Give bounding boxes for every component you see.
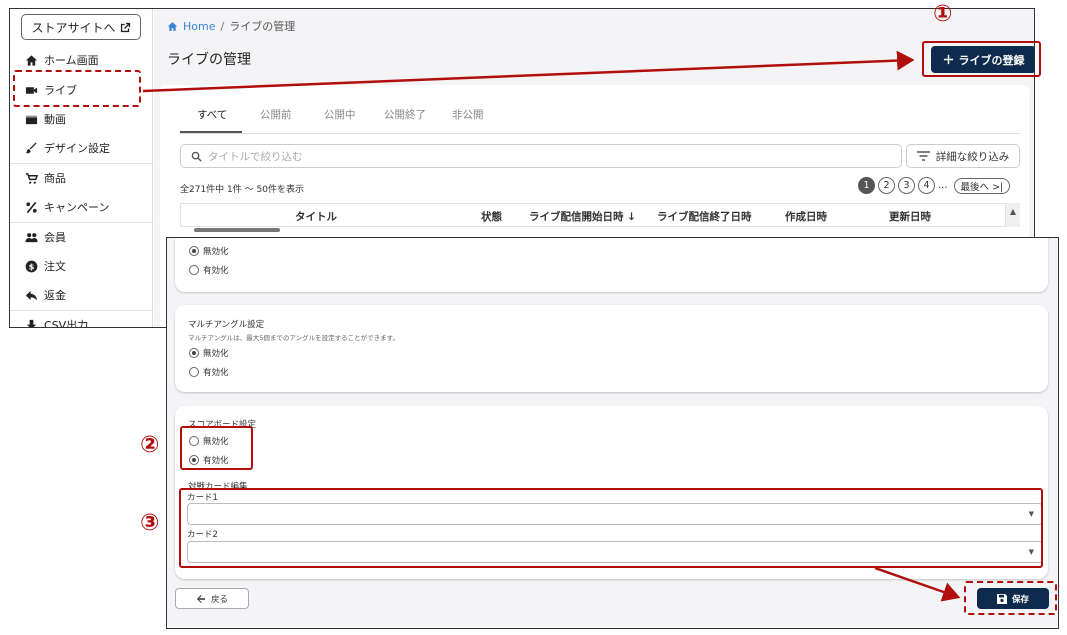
column-live-start[interactable]: ライブ配信開始日時 ↓ (529, 209, 636, 224)
percent-icon (26, 201, 37, 213)
download-icon (26, 319, 37, 327)
home-icon (167, 21, 178, 31)
sidebar-item-label: 注文 (44, 260, 66, 273)
horizontal-scrollbar-thumb[interactable] (194, 228, 280, 232)
people-icon (25, 232, 38, 242)
page-button-3[interactable]: 3 (898, 177, 915, 194)
step-3-marker: ③ (140, 510, 160, 536)
step-1-marker: ① (933, 1, 953, 27)
dollar-icon: $ (25, 260, 38, 272)
store-site-button[interactable]: ストアサイトへ (21, 14, 141, 40)
page-button-2[interactable]: 2 (878, 177, 895, 194)
page-button-1[interactable]: 1 (858, 177, 875, 194)
sidebar-item-label: 動画 (44, 113, 66, 126)
radio-label: 無効化 (203, 349, 229, 359)
brush-icon (25, 141, 37, 153)
cart-icon (25, 172, 38, 184)
radio-label: 有効化 (203, 368, 229, 378)
highlight-scoreboard-radios (180, 426, 253, 470)
column-title[interactable]: タイトル (295, 209, 337, 224)
tab-published[interactable]: 公開中 (324, 107, 356, 122)
search-placeholder: タイトルで絞り込む (208, 150, 303, 163)
sidebar-item-products[interactable]: 商品 (10, 164, 153, 192)
tab-ended[interactable]: 公開終了 (384, 107, 426, 122)
radio-label: 有効化 (203, 266, 229, 276)
sidebar-item-label: 商品 (44, 172, 66, 185)
sidebar-item-label: キャンペーン (44, 201, 110, 214)
radio-label: 無効化 (203, 247, 229, 257)
sidebar-item-label: デザイン設定 (44, 142, 110, 155)
tab-before-publish[interactable]: 公開前 (260, 107, 292, 122)
sidebar-item-members[interactable]: 会員 (10, 223, 153, 251)
sidebar-item-design-settings[interactable]: デザイン設定 (10, 134, 153, 162)
highlight-live-menu (13, 70, 141, 107)
sidebar-item-refunds[interactable]: 返金 (10, 281, 153, 309)
column-status[interactable]: 状態 (481, 209, 502, 224)
arrow-left-icon (196, 594, 205, 603)
pagination-ellipsis: ... (938, 180, 948, 191)
sidebar-item-label: 返金 (44, 289, 66, 302)
result-count: 全271件中 1件 ～ 50件を表示 (180, 185, 304, 195)
settings-card-1: 無効化 有効化 (175, 238, 1048, 292)
multi-angle-card: マルチアングル設定 マルチアングルは、最大5個までのアングルを設定することができ… (175, 305, 1048, 392)
search-icon (191, 151, 202, 162)
sidebar-item-orders[interactable]: $ 注文 (10, 252, 153, 280)
multi-angle-radio-disable[interactable]: 無効化 (189, 347, 229, 359)
table-header: タイトル 状態 ライブ配信開始日時 ↓ ライブ配信終了日時 作成日時 更新日時 (180, 203, 1006, 227)
reply-icon (25, 290, 38, 300)
multi-angle-description: マルチアングルは、最大5個までのアングルを設定することができます。 (188, 334, 399, 342)
highlight-save-button (964, 581, 1057, 615)
sidebar: ストアサイトへ ホーム画面 ライブ 動画 デザイン設定 商品 キャンペーン 会員… (10, 9, 153, 327)
breadcrumb-current: ライブの管理 (229, 20, 296, 33)
svg-text:$: $ (29, 261, 35, 271)
movie-icon (25, 115, 38, 124)
highlight-register-button (922, 41, 1041, 77)
page-button-4[interactable]: 4 (918, 177, 935, 194)
tab-private[interactable]: 非公開 (452, 107, 484, 122)
external-link-icon (120, 22, 130, 32)
home-icon (25, 54, 38, 66)
column-created[interactable]: 作成日時 (785, 209, 827, 224)
sidebar-item-video[interactable]: 動画 (10, 105, 153, 133)
radio-disable[interactable]: 無効化 (189, 245, 229, 257)
last-page-button[interactable]: 最後へ >| (953, 177, 1011, 194)
title-search-input[interactable]: タイトルで絞り込む (180, 144, 902, 168)
column-updated[interactable]: 更新日時 (889, 209, 931, 224)
sidebar-item-label: CSV出力 (44, 319, 89, 328)
breadcrumb-home-link[interactable]: Home (183, 20, 215, 33)
sidebar-item-label: 会員 (44, 231, 66, 244)
sidebar-item-csv-export[interactable]: CSV出力 (10, 311, 153, 328)
radio-button (189, 367, 199, 377)
page-title: ライブの管理 (167, 52, 251, 68)
sidebar-item-campaign[interactable]: キャンペーン (10, 193, 153, 221)
back-button[interactable]: 戻る (175, 588, 249, 609)
advanced-filter-button[interactable]: 詳細な絞り込み (906, 144, 1020, 168)
sidebar-item-label: ホーム画面 (44, 54, 99, 67)
column-live-end[interactable]: ライブ配信終了日時 (657, 209, 752, 224)
scroll-up-arrow[interactable]: ▲ (1006, 203, 1020, 227)
tab-divider (180, 133, 1020, 134)
multi-angle-radio-enable[interactable]: 有効化 (189, 366, 229, 378)
radio-button-selected (189, 348, 199, 358)
radio-enable[interactable]: 有効化 (189, 264, 229, 276)
back-label: 戻る (210, 594, 228, 605)
multi-angle-title: マルチアングル設定 (188, 320, 265, 330)
store-site-label: ストアサイトへ (31, 20, 116, 35)
breadcrumb: Home / ライブの管理 (167, 18, 295, 34)
live-edit-form-screenshot: 無効化 有効化 マルチアングル設定 マルチアングルは、最大5個までのアングルを設… (166, 237, 1059, 629)
radio-button-selected (189, 246, 199, 256)
highlight-match-cards (179, 488, 1043, 568)
advanced-filter-label: 詳細な絞り込み (935, 150, 1010, 163)
tab-all[interactable]: すべて (197, 107, 227, 122)
radio-button (189, 265, 199, 275)
breadcrumb-separator: / (220, 19, 225, 33)
step-2-marker: ② (140, 432, 160, 458)
pagination: 1 2 3 4 ... 最後へ >| (858, 177, 1011, 194)
filter-icon (916, 151, 930, 161)
